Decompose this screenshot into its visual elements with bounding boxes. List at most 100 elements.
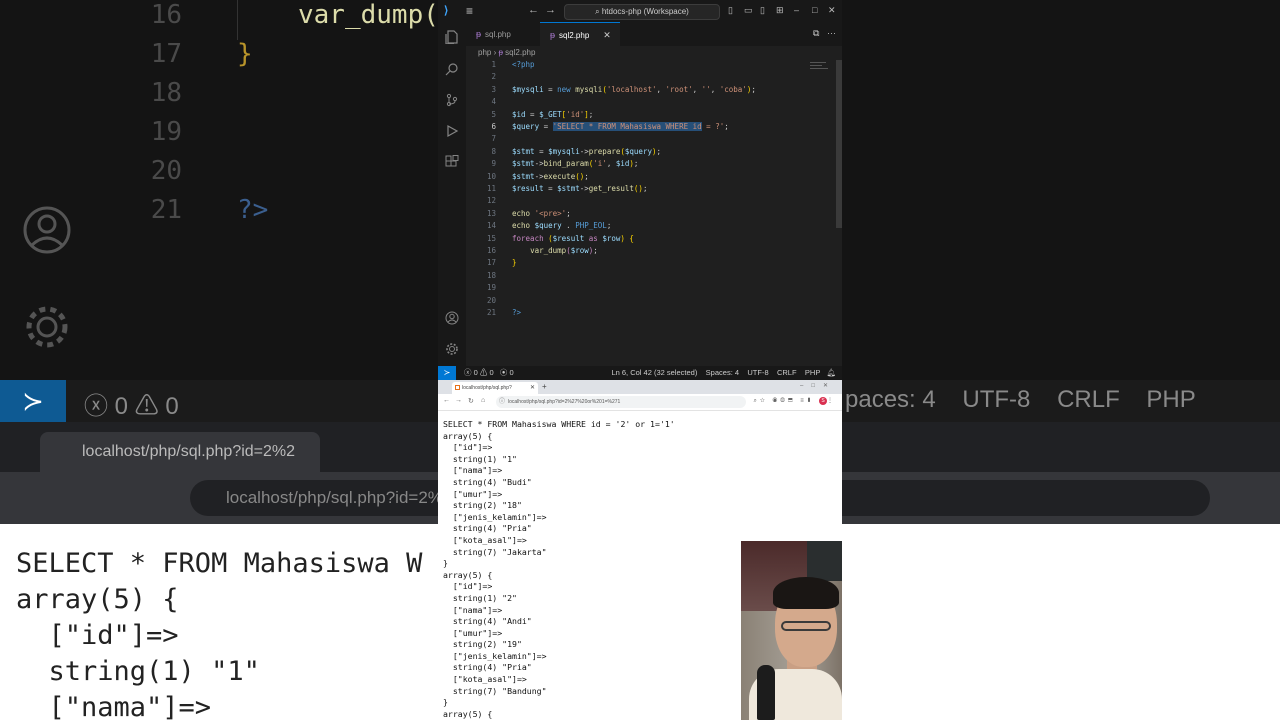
- browser-tabbar: localhost/php/sql.php?id=2%27%20or%20...…: [438, 380, 842, 403]
- line-number: 21: [486, 308, 496, 317]
- forward-arrow-icon[interactable]: →: [455, 397, 462, 404]
- bookmark-star-icon[interactable]: ☆: [760, 398, 768, 404]
- back-arrow-icon[interactable]: ←: [443, 397, 450, 404]
- toggle-secondary-sidebar-icon[interactable]: ▯: [760, 5, 765, 16]
- line-ending[interactable]: CRLF: [777, 368, 797, 377]
- side-panel-icon[interactable]: ▮: [807, 398, 815, 404]
- code-line: echo '<pre>';: [512, 208, 571, 218]
- bg-line-number: 21: [150, 195, 182, 225]
- toggle-sidebar-icon[interactable]: ▯: [728, 5, 733, 16]
- line-number: 19: [486, 283, 496, 293]
- error-icon: ⓧ: [464, 368, 472, 377]
- bg-line-number: 17: [150, 39, 182, 69]
- vertical-scrollbar[interactable]: [836, 60, 842, 228]
- gear-icon: [26, 306, 68, 348]
- customize-layout-icon[interactable]: ⊞: [776, 5, 784, 16]
- profile-avatar[interactable]: S: [819, 397, 827, 405]
- forward-arrow-icon[interactable]: →: [545, 4, 556, 16]
- close-tab-icon[interactable]: ✕: [530, 382, 535, 394]
- line-number: 10: [486, 171, 496, 181]
- tab-sql2-php[interactable]: ᵽ sql2.php ✕: [540, 22, 620, 46]
- indent-guide: [237, 0, 238, 40]
- vscode-logo-icon: ⟩: [444, 5, 449, 17]
- line-number-current: 6: [491, 122, 496, 131]
- language-mode[interactable]: PHP: [805, 368, 820, 377]
- bg-line-number: 16: [150, 0, 182, 30]
- activity-bar: [438, 22, 466, 366]
- breadcrumb-file[interactable]: sql2.php: [505, 48, 535, 57]
- maximize-button[interactable]: □: [812, 5, 817, 15]
- new-tab-button[interactable]: +: [542, 382, 547, 391]
- menu-dots-icon[interactable]: ⋮: [827, 398, 836, 404]
- warning-count: 0: [489, 368, 494, 377]
- account-icon[interactable]: [445, 311, 459, 325]
- source-control-icon[interactable]: [445, 93, 459, 107]
- close-tab-icon[interactable]: ✕: [603, 30, 611, 40]
- split-editor-icon[interactable]: ⧉: [813, 28, 819, 38]
- code-line: $mysqli = new mysqli('localhost', 'root'…: [512, 84, 756, 94]
- minimize-button[interactable]: –: [794, 5, 799, 15]
- bg-code-line: var_dump(: [298, 0, 439, 30]
- presenter-hair: [773, 577, 839, 609]
- tab-label: sql.php: [485, 30, 511, 39]
- line-number: 2: [491, 72, 496, 82]
- minimap[interactable]: [810, 62, 830, 74]
- title-bar: ⟩ ≡ ← → ⌕ htdocs-php (Workspace) ▯ ▭ ▯ ⊞…: [438, 0, 842, 22]
- explorer-icon[interactable]: [445, 30, 459, 44]
- reload-icon[interactable]: ↻: [468, 397, 474, 405]
- toggle-panel-icon[interactable]: ▭: [744, 5, 753, 16]
- window-controls[interactable]: –□✕: [800, 382, 836, 389]
- back-arrow-icon[interactable]: ←: [528, 4, 539, 16]
- run-debug-icon[interactable]: [445, 124, 459, 138]
- code-line: $id = $_GET['id'];: [512, 109, 594, 119]
- webcam-window-frame: [807, 541, 842, 581]
- encoding[interactable]: UTF-8: [747, 368, 768, 377]
- indentation[interactable]: Spaces: 4: [706, 368, 739, 377]
- extension-icon[interactable]: ◍: [780, 398, 788, 404]
- code-line: echo $query . PHP_EOL;: [512, 221, 612, 231]
- code-line: }: [512, 258, 517, 268]
- line-number: 16: [486, 246, 496, 255]
- extensions-puzzle-icon[interactable]: ⬒: [788, 398, 796, 404]
- code-editor[interactable]: 1 2 3 4 5 6 7 8 9 10 11 12 13 14 15 16 1…: [466, 60, 842, 366]
- code-line: <?php: [512, 60, 535, 69]
- bell-icon[interactable]: 🔔︎: [826, 368, 836, 377]
- code-line: $stmt->bind_param('i', $id);: [512, 159, 639, 169]
- editor-tabs: ᵽ sql.php ᵽ sql2.php ✕ ⧉ ⋯: [466, 22, 842, 46]
- status-right: Ln 6, Col 42 (32 selected) Spaces: 4 UTF…: [611, 366, 836, 380]
- breadcrumb-folder[interactable]: php: [478, 48, 491, 57]
- editor-actions: ⧉ ⋯: [813, 28, 836, 39]
- address-bar[interactable]: ⓘ localhost/php/sql.php?id=2%27%20or%201…: [496, 396, 746, 408]
- line-number: 4: [491, 97, 496, 107]
- line-number: 5: [491, 109, 496, 119]
- code-line-selected: $query = 'SELECT * FROM Mahasiswa WHERE …: [512, 122, 729, 131]
- home-icon[interactable]: ⌂: [481, 397, 485, 404]
- extensions-icon[interactable]: [445, 155, 459, 169]
- command-center-search[interactable]: ⌕ htdocs-php (Workspace): [564, 4, 720, 20]
- vscode-window: ⟩ ≡ ← → ⌕ htdocs-php (Workspace) ▯ ▭ ▯ ⊞…: [438, 0, 842, 380]
- more-actions-icon[interactable]: ⋯: [827, 28, 836, 38]
- remote-indicator-icon[interactable]: ≻: [438, 366, 456, 380]
- ports-icon: ⦿: [499, 368, 508, 377]
- warning-icon: ⚠: [479, 368, 488, 377]
- bg-status-problems: 0 ⚠ 0: [114, 393, 179, 420]
- tab-sql-php[interactable]: ᵽ sql.php: [466, 22, 540, 46]
- browser-tab[interactable]: localhost/php/sql.php?id=2%27%20or%20...…: [452, 382, 538, 403]
- status-problems[interactable]: ⓧ 0 ⚠ 0 ⦿ 0: [464, 366, 514, 380]
- bg-line-number: 20: [150, 156, 182, 186]
- bg-line-number: 19: [150, 117, 182, 147]
- menu-icon[interactable]: ≡: [466, 4, 473, 18]
- close-button[interactable]: ✕: [828, 5, 836, 16]
- line-number: 20: [486, 295, 496, 305]
- gear-icon[interactable]: [445, 342, 459, 356]
- line-number: 8: [491, 146, 496, 156]
- bg-page-text: SELECT * FROM Mahasiswa W array(5) { ["i…: [16, 548, 423, 720]
- site-info-icon[interactable]: ⓘ: [499, 396, 505, 408]
- error-count: 0: [473, 368, 478, 377]
- php-file-icon: ᵽ: [550, 30, 556, 40]
- cursor-position[interactable]: Ln 6, Col 42 (32 selected): [611, 368, 697, 377]
- line-number: 1: [491, 60, 496, 69]
- code-line: var_dump($row);: [530, 246, 598, 255]
- search-icon[interactable]: [445, 62, 459, 76]
- extensions-area: ⌕☆ ◉◍⬒ ≡▮ S ⋮: [754, 397, 836, 405]
